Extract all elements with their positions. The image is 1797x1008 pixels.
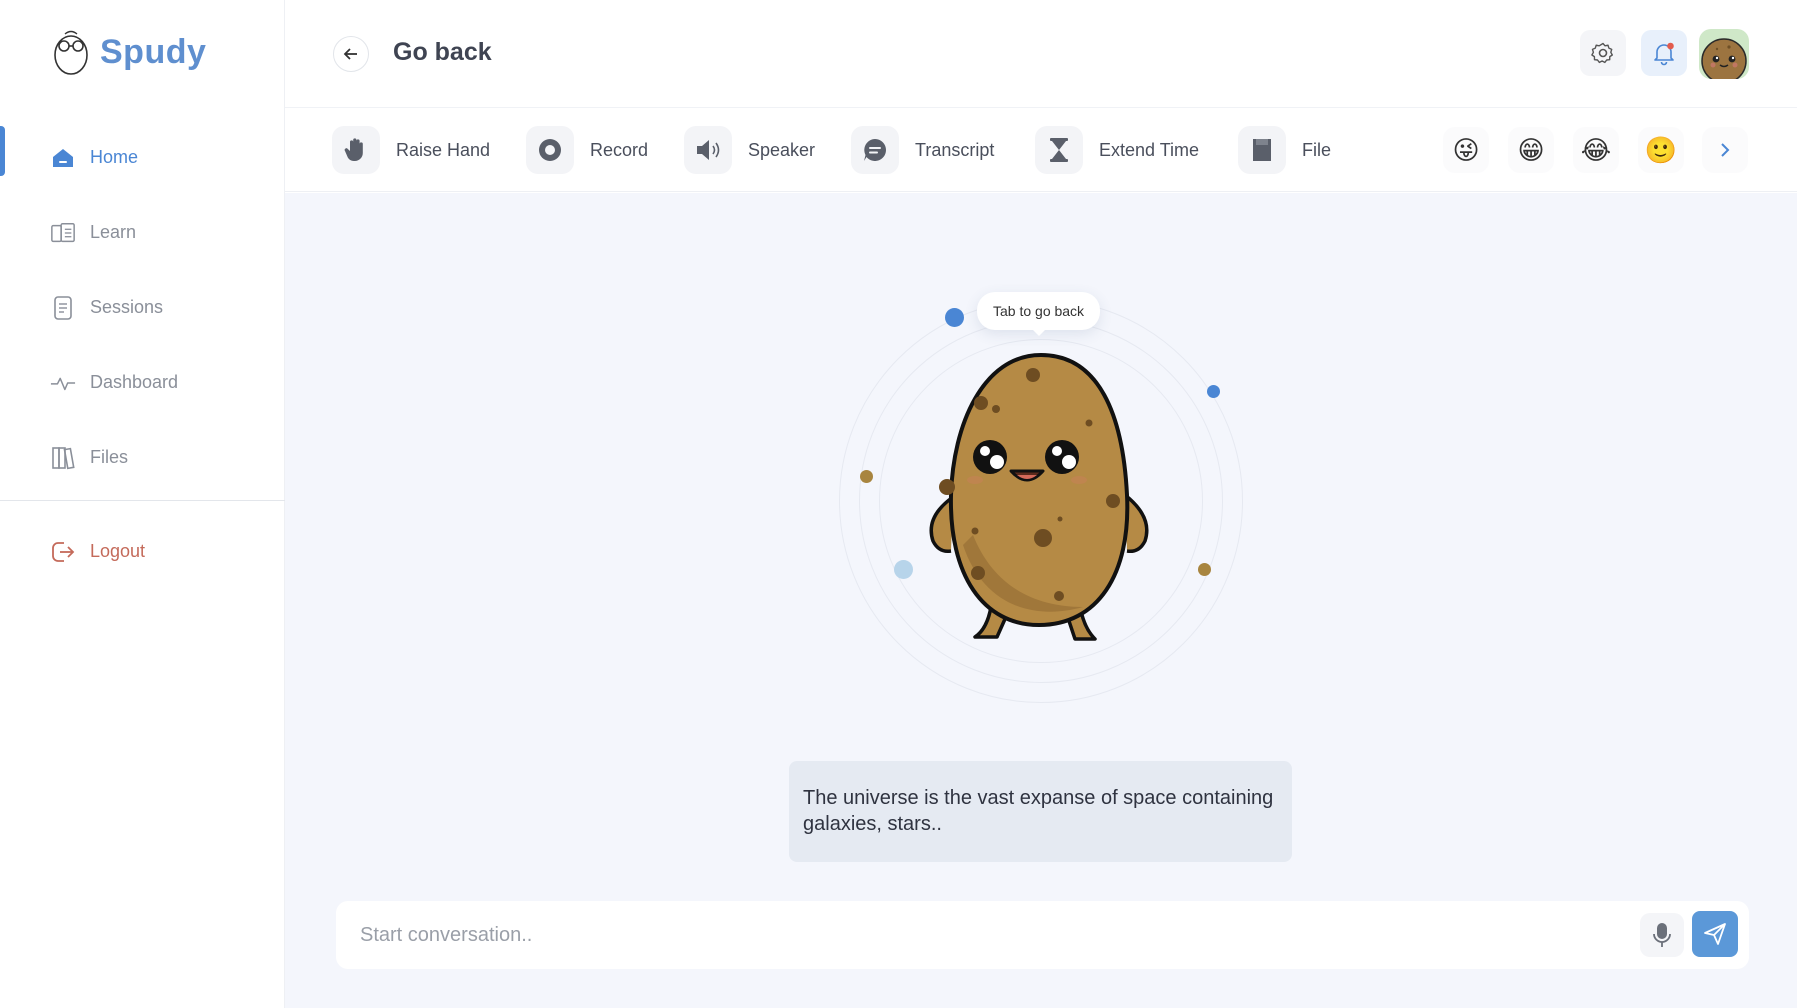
brand-name: Spudy bbox=[100, 32, 207, 71]
hand-icon bbox=[332, 126, 380, 174]
orbit-dot bbox=[945, 308, 964, 327]
sidebar: Spudy Home Learn Sessions Dashboard File… bbox=[0, 0, 285, 1008]
sidebar-item-files[interactable]: Files bbox=[0, 420, 285, 495]
sidebar-item-label: Dashboard bbox=[90, 372, 179, 392]
arrow-left-icon bbox=[343, 48, 357, 60]
settings-button[interactable] bbox=[1580, 30, 1626, 76]
tool-label: Record bbox=[590, 139, 649, 160]
file-button[interactable]: File bbox=[1238, 126, 1332, 174]
chevron-right-icon bbox=[1721, 143, 1730, 157]
toolbar: Raise Hand Record Speaker Transcript Ext… bbox=[285, 108, 1797, 192]
orbit-dot bbox=[860, 470, 873, 483]
emoji-tongue-button[interactable]: 😜 bbox=[1443, 127, 1489, 173]
sidebar-item-home[interactable]: Home bbox=[0, 120, 285, 195]
potato-avatar-icon bbox=[1701, 38, 1747, 79]
speaker-button[interactable]: Speaker bbox=[684, 126, 816, 174]
tool-label: Speaker bbox=[748, 139, 816, 160]
potato-mascot[interactable] bbox=[913, 345, 1165, 645]
sidebar-item-label: Learn bbox=[90, 222, 137, 242]
microphone-button[interactable] bbox=[1640, 913, 1684, 957]
speaker-icon bbox=[684, 126, 732, 174]
home-icon bbox=[50, 145, 76, 171]
files-icon bbox=[50, 445, 76, 471]
logout-icon bbox=[50, 539, 76, 565]
assistant-message: The universe is the vast expanse of spac… bbox=[789, 761, 1292, 862]
sidebar-item-dashboard[interactable]: Dashboard bbox=[0, 345, 285, 420]
header: Go back bbox=[285, 0, 1797, 108]
potato-glasses-logo-icon bbox=[54, 30, 88, 75]
logout-label: Logout bbox=[90, 541, 146, 561]
transcript-button[interactable]: Transcript bbox=[851, 126, 995, 174]
orbit-dot bbox=[1207, 385, 1220, 398]
message-composer bbox=[336, 901, 1749, 969]
sidebar-item-label: Files bbox=[90, 447, 129, 467]
record-icon bbox=[526, 126, 574, 174]
emoji-smile-button[interactable]: 🙂 bbox=[1638, 127, 1684, 173]
logout-button[interactable]: Logout bbox=[0, 514, 285, 589]
send-button[interactable] bbox=[1692, 911, 1738, 957]
emoji-grin-button[interactable]: 😁 bbox=[1508, 127, 1554, 173]
bell-icon bbox=[1654, 42, 1674, 66]
sidebar-item-label: Home bbox=[90, 147, 139, 167]
back-button[interactable] bbox=[333, 36, 369, 72]
avatar[interactable] bbox=[1699, 29, 1749, 79]
sidebar-divider bbox=[0, 500, 285, 501]
extend-time-button[interactable]: Extend Time bbox=[1035, 126, 1200, 174]
book-icon bbox=[50, 220, 76, 246]
chat-bubble-icon bbox=[851, 126, 899, 174]
microphone-icon bbox=[1653, 923, 1671, 947]
sidebar-item-label: Sessions bbox=[90, 297, 164, 317]
orbit-dot bbox=[894, 560, 913, 579]
notifications-button[interactable] bbox=[1641, 30, 1687, 76]
gear-icon bbox=[1591, 42, 1613, 64]
sidebar-item-learn[interactable]: Learn bbox=[0, 195, 285, 270]
brand[interactable]: Spudy bbox=[52, 28, 206, 76]
record-button[interactable]: Record bbox=[526, 126, 649, 174]
conversation-stage: Tab to go back The universe is the vast … bbox=[285, 193, 1797, 1008]
conversation-input[interactable] bbox=[360, 901, 1560, 969]
emoji-joy-button[interactable]: 😂 bbox=[1573, 127, 1619, 173]
sidebar-item-sessions[interactable]: Sessions bbox=[0, 270, 285, 345]
tool-label: Extend Time bbox=[1099, 139, 1200, 160]
raise-hand-button[interactable]: Raise Hand bbox=[332, 126, 491, 174]
file-icon bbox=[1238, 126, 1286, 174]
emoji-more-button[interactable] bbox=[1702, 127, 1748, 173]
page-title[interactable]: Go back bbox=[393, 38, 492, 67]
sidebar-nav: Home Learn Sessions Dashboard Files bbox=[0, 120, 285, 495]
tool-label: File bbox=[1302, 139, 1332, 160]
tool-label: Raise Hand bbox=[396, 139, 491, 160]
go-back-tooltip[interactable]: Tab to go back bbox=[977, 292, 1101, 336]
send-icon bbox=[1704, 923, 1726, 945]
document-icon bbox=[50, 295, 76, 321]
activity-icon bbox=[50, 370, 76, 396]
hourglass-icon bbox=[1035, 126, 1083, 174]
orbit-dot bbox=[1198, 563, 1211, 576]
tool-label: Transcript bbox=[915, 139, 995, 160]
